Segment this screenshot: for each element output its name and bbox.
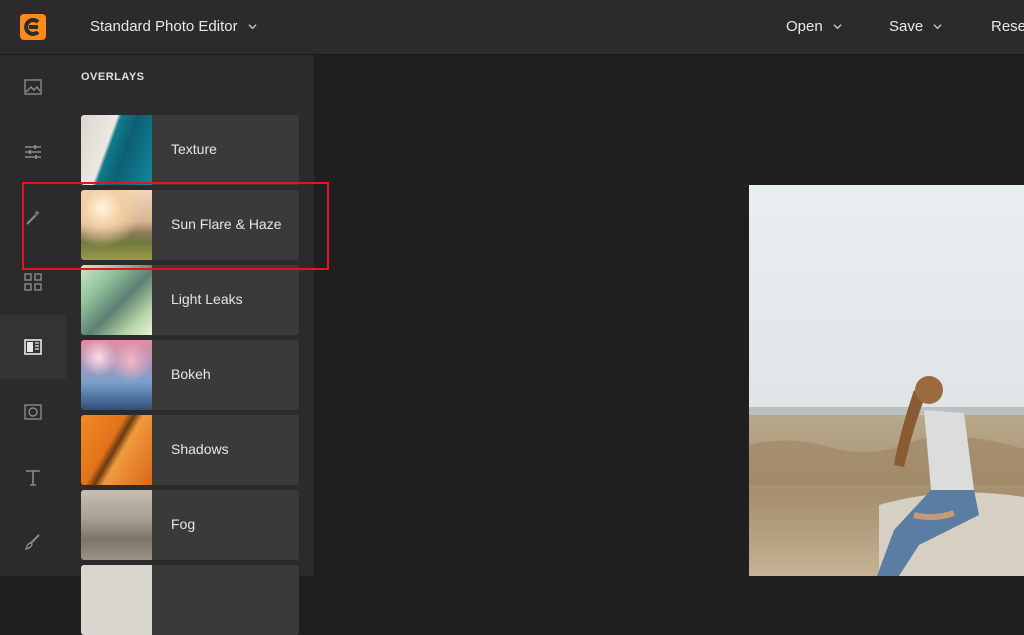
open-label: Open — [786, 18, 823, 35]
rail-item-draw[interactable] — [0, 510, 66, 574]
brush-icon — [24, 534, 40, 551]
overlay-item-label: Shadows — [171, 441, 229, 457]
tool-rail — [0, 55, 66, 576]
rail-item-borders[interactable] — [0, 380, 66, 444]
overlays-panel: OVERLAYS Texture Sun Flare & Haze Light … — [66, 55, 314, 635]
overlay-item-label: Texture — [171, 141, 217, 157]
overlay-item-label: Fog — [171, 516, 196, 532]
overlay-item-texture[interactable]: Texture — [81, 115, 299, 185]
photo-preview[interactable] — [749, 185, 1024, 576]
editor-mode-label: Standard Photo Editor — [90, 18, 238, 35]
top-bar: Standard Photo Editor Open Save Reset — [0, 0, 1024, 55]
rail-item-image[interactable] — [0, 55, 66, 119]
reset-button[interactable]: Reset — [991, 18, 1024, 35]
overlay-item-label: Bokeh — [171, 366, 211, 382]
bokeh-thumbnail — [81, 340, 152, 410]
overlay-item-fog[interactable]: Fog — [81, 490, 299, 560]
photo-image — [749, 185, 1024, 576]
editor-mode-dropdown[interactable]: Standard Photo Editor — [90, 18, 257, 35]
fog-thumbnail — [81, 490, 152, 560]
overlay-icon — [24, 339, 42, 355]
chevron-down-icon — [248, 24, 257, 30]
save-menu[interactable]: Save — [889, 18, 942, 35]
chevron-down-icon — [833, 24, 842, 30]
app-logo-icon[interactable] — [20, 14, 46, 40]
texture-thumbnail — [81, 115, 152, 185]
grid-icon — [24, 273, 42, 291]
frame-icon — [24, 404, 42, 420]
reset-label: Reset — [991, 18, 1024, 35]
rail-item-text[interactable] — [0, 445, 66, 509]
sliders-icon — [25, 145, 41, 159]
overlay-item-shadows[interactable]: Shadows — [81, 415, 299, 485]
rail-item-adjust[interactable] — [0, 120, 66, 184]
chevron-down-icon — [933, 24, 942, 30]
overlay-item-bokeh[interactable]: Bokeh — [81, 340, 299, 410]
save-label: Save — [889, 18, 924, 35]
open-menu[interactable]: Open — [786, 18, 842, 35]
shadows-thumbnail — [81, 415, 152, 485]
rail-item-overlays[interactable] — [0, 315, 66, 379]
overlay-item-label: Light Leaks — [171, 291, 243, 307]
image-icon — [24, 79, 42, 95]
highlight-box — [22, 182, 329, 270]
panel-heading: OVERLAYS — [81, 71, 145, 83]
light-leaks-thumbnail — [81, 265, 152, 335]
overlay-item-light-leaks[interactable]: Light Leaks — [81, 265, 299, 335]
text-icon — [26, 470, 40, 486]
